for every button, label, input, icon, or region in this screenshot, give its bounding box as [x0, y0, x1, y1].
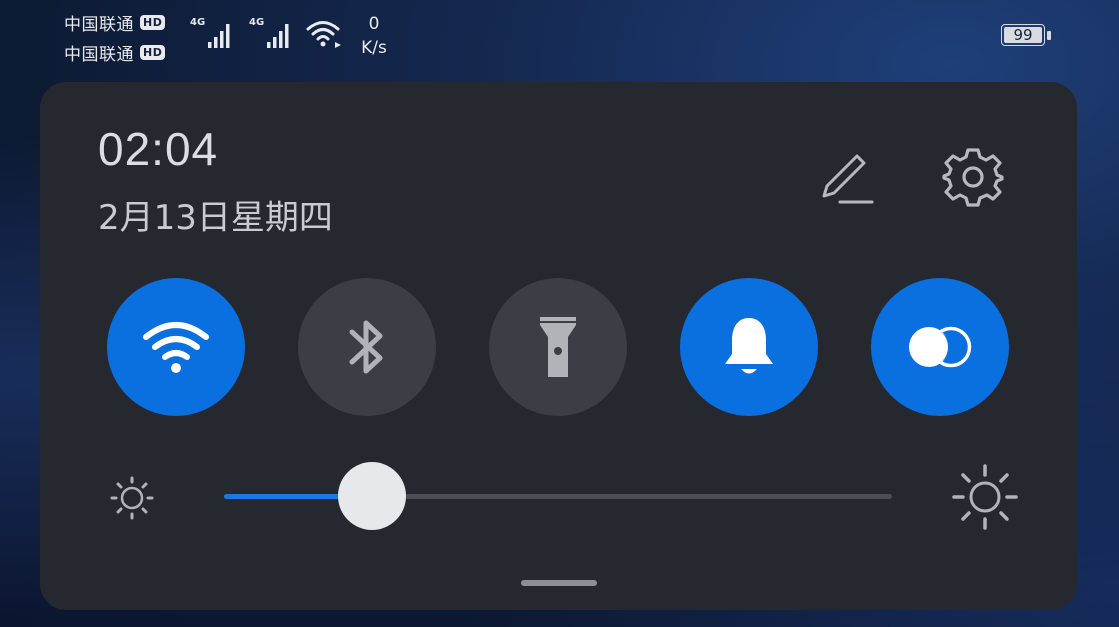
brightness-low-icon: [104, 470, 160, 526]
signal-strength-icon-1: 4G: [190, 14, 238, 54]
brightness-high-icon: [950, 462, 1020, 532]
clock-date: 2月13日星期四: [98, 198, 333, 238]
brightness-slider[interactable]: [224, 462, 894, 532]
wifi-signal-icon: [306, 18, 344, 52]
network-generation-2: 4G: [249, 17, 265, 28]
status-bar: 中国联通 HD 中国联通 HD 4G 4G 0 K/s 99: [0, 0, 1119, 70]
quick-settings-panel: 02:04 2月13日星期四: [40, 82, 1077, 610]
clock-time: 02:04: [98, 123, 219, 175]
pencil-icon: [822, 154, 874, 204]
sound-toggle[interactable]: [680, 278, 818, 416]
carrier-2: 中国联通 HD: [64, 40, 166, 65]
network-generation-1: 4G: [190, 17, 206, 28]
wifi-toggle[interactable]: [107, 278, 245, 416]
flashlight-icon: [540, 317, 576, 377]
network-speed-unit: K/s: [361, 38, 387, 58]
bluetooth-toggle[interactable]: [298, 278, 436, 416]
bluetooth-icon: [349, 320, 383, 374]
flashlight-toggle[interactable]: [489, 278, 627, 416]
eye-comfort-toggle[interactable]: [871, 278, 1009, 416]
wifi-icon: [143, 322, 209, 373]
eye-comfort-icon: [909, 326, 972, 368]
carrier-1-name: 中国联通: [64, 15, 134, 35]
brightness-thumb[interactable]: [338, 462, 407, 530]
carrier-2-name: 中国联通: [64, 45, 134, 65]
edit-button[interactable]: [810, 142, 882, 214]
panel-drag-handle[interactable]: [521, 580, 597, 586]
network-speed-value: 0: [368, 14, 380, 34]
carrier-2-hd-badge: HD: [140, 45, 166, 60]
settings-button[interactable]: [934, 138, 1012, 216]
bell-icon: [725, 318, 773, 374]
battery-tip: [1047, 31, 1051, 40]
carrier-1-hd-badge: HD: [140, 15, 166, 30]
gear-icon: [942, 148, 1004, 207]
carrier-1: 中国联通 HD: [64, 10, 166, 35]
battery-level: 99: [1004, 27, 1042, 43]
signal-strength-icon-2: 4G: [249, 14, 297, 54]
network-speed: 0 K/s: [354, 12, 394, 60]
battery-icon: 99: [1001, 24, 1053, 48]
